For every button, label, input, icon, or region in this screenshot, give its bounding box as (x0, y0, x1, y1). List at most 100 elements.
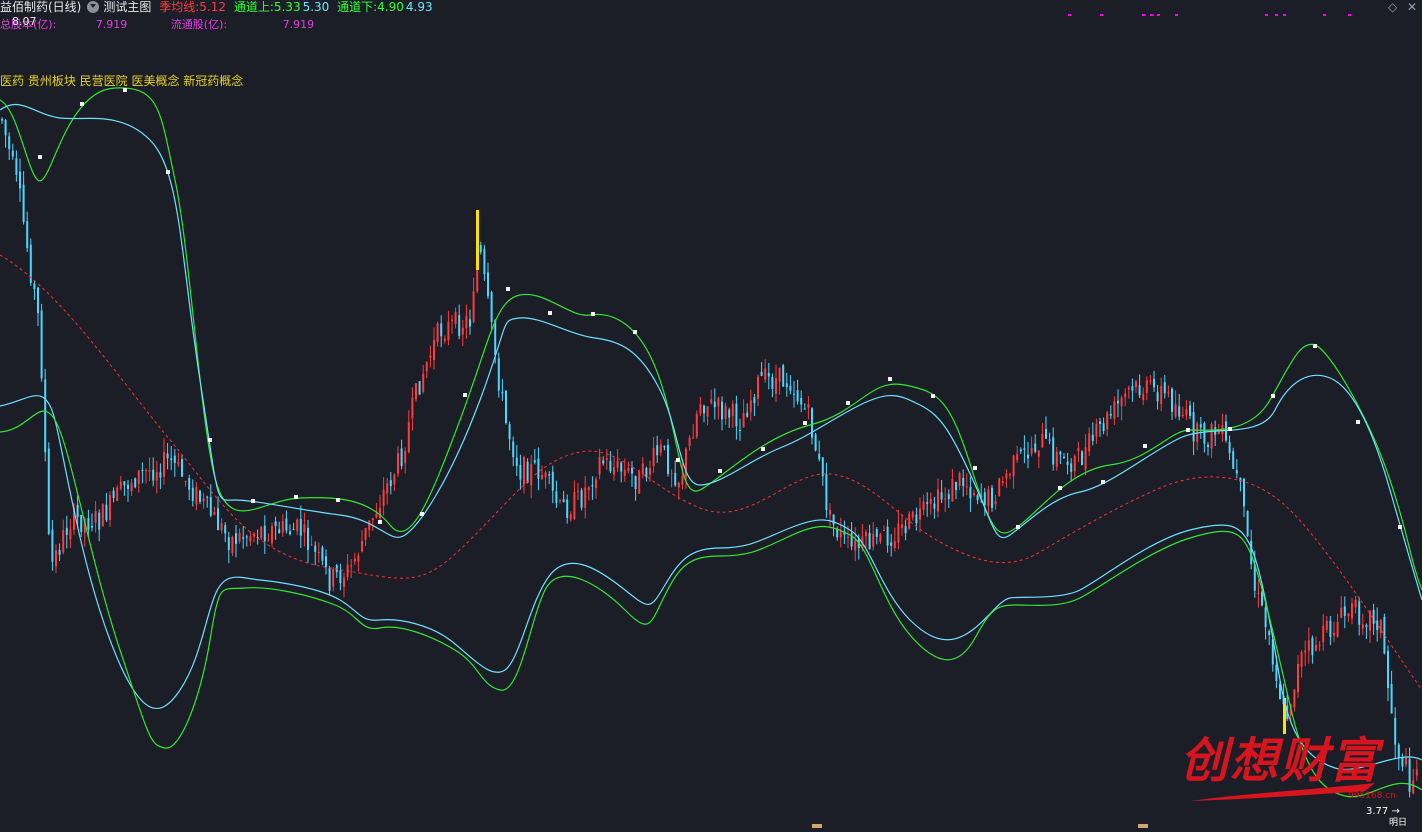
candle-body (868, 532, 871, 549)
candle-body (1390, 683, 1393, 714)
candle-body (1019, 449, 1022, 452)
chart-stage[interactable]: 益佰制药(日线) 测试主图 季均线:5.12 通道上:5.33 5.30 通道下:4… (0, 0, 1422, 828)
upper-value-1: 5.33 (273, 0, 301, 14)
candle-body (472, 291, 475, 322)
candle-body (440, 323, 443, 337)
lower-label: 通道下: (337, 0, 378, 14)
candle-body (1232, 451, 1235, 469)
candle-body (1412, 780, 1415, 794)
candle-body (19, 171, 21, 189)
candle-body (962, 477, 965, 487)
candle-body (1059, 451, 1062, 455)
candle-body (1045, 429, 1047, 439)
channel-marker (1016, 525, 1020, 529)
candle-body (551, 471, 554, 491)
candle-body (321, 547, 324, 561)
candle-body (425, 362, 428, 372)
candle-body (620, 462, 623, 472)
candle-body (65, 527, 68, 535)
candle-body (778, 367, 781, 382)
candle-body (749, 400, 752, 412)
candle-body (281, 521, 284, 533)
candle-body (584, 487, 587, 508)
candle-body (1066, 461, 1069, 465)
candle-body (508, 424, 511, 440)
candle-body (37, 287, 39, 314)
ma-label: 季均线: (159, 0, 200, 14)
indicator-name[interactable]: 测试主图 (103, 0, 151, 14)
candle-body (454, 311, 457, 324)
candle-body (1009, 474, 1011, 476)
candle-body (433, 339, 435, 361)
candle-body (227, 537, 230, 551)
close-icon[interactable]: ✕ (1407, 1, 1417, 13)
candle-body (1336, 621, 1339, 637)
candle-body (800, 397, 803, 405)
candle-body (123, 481, 126, 486)
candle-body (721, 401, 723, 420)
candle-body (1376, 620, 1379, 631)
watermark-logo: 创想财富 995168.cn (1180, 733, 1396, 801)
candle-body (667, 445, 669, 474)
candle-body (919, 508, 921, 520)
candle-body (929, 498, 932, 504)
candle-body (490, 292, 493, 322)
candle-body (764, 368, 767, 380)
candle-body (1149, 380, 1152, 382)
candle-body (137, 470, 140, 485)
candle-body (904, 526, 907, 534)
candle-body (1235, 470, 1238, 474)
candle-body (11, 150, 14, 157)
candle-body (191, 487, 194, 501)
candle-body (1117, 400, 1119, 404)
candle-body (703, 405, 705, 414)
candlestick-series (1, 117, 1418, 798)
candle-body (1207, 444, 1209, 447)
candle-body (1372, 609, 1375, 624)
candle-body (497, 358, 500, 391)
candle-body (116, 487, 119, 502)
candle-body (314, 545, 317, 552)
concept-tags[interactable]: 医药 贵州板块 民营医院 医美概念 新冠药概念 (0, 74, 243, 88)
candle-body (479, 245, 482, 253)
channel-marker (1186, 428, 1190, 432)
candle-body (739, 430, 741, 432)
candle-body (1113, 401, 1116, 419)
candle-body (1415, 769, 1418, 776)
candle-body (757, 376, 759, 399)
total-shares-value: 7.919 (95, 18, 128, 31)
candle-body (1091, 434, 1094, 441)
candle-body (1171, 388, 1173, 412)
candle-body (443, 338, 446, 342)
candle-body (1300, 651, 1303, 667)
candle-body (202, 498, 205, 502)
candle-body (785, 383, 788, 388)
candle-body (915, 514, 918, 524)
candle-body (1145, 380, 1148, 393)
signal-marker (1068, 14, 1071, 16)
candle-body (51, 529, 54, 562)
candle-body (595, 479, 597, 489)
candle-body (1109, 414, 1112, 416)
candle-body (1138, 385, 1141, 396)
diamond-icon[interactable]: ◇ (1388, 1, 1397, 13)
stock-title[interactable]: 益佰制药(日线) (0, 0, 81, 14)
candle-body (969, 486, 972, 499)
candle-body (1203, 423, 1206, 444)
channel-marker (1398, 525, 1402, 529)
upper-value-2: 5.30 (302, 0, 330, 14)
candle-body (1163, 382, 1166, 394)
candle-body (1142, 393, 1145, 401)
candle-body (937, 489, 939, 512)
channel-marker (1143, 444, 1147, 448)
candle-body (559, 500, 561, 502)
candle-body (397, 453, 399, 474)
candle-body (217, 508, 219, 530)
candle-body (814, 434, 817, 451)
channel-marker (1271, 394, 1275, 398)
chevron-down-icon[interactable] (87, 1, 100, 13)
kline-chart[interactable] (0, 0, 1422, 828)
candle-body (469, 319, 471, 327)
candle-body (591, 485, 594, 487)
candle-body (328, 567, 331, 591)
